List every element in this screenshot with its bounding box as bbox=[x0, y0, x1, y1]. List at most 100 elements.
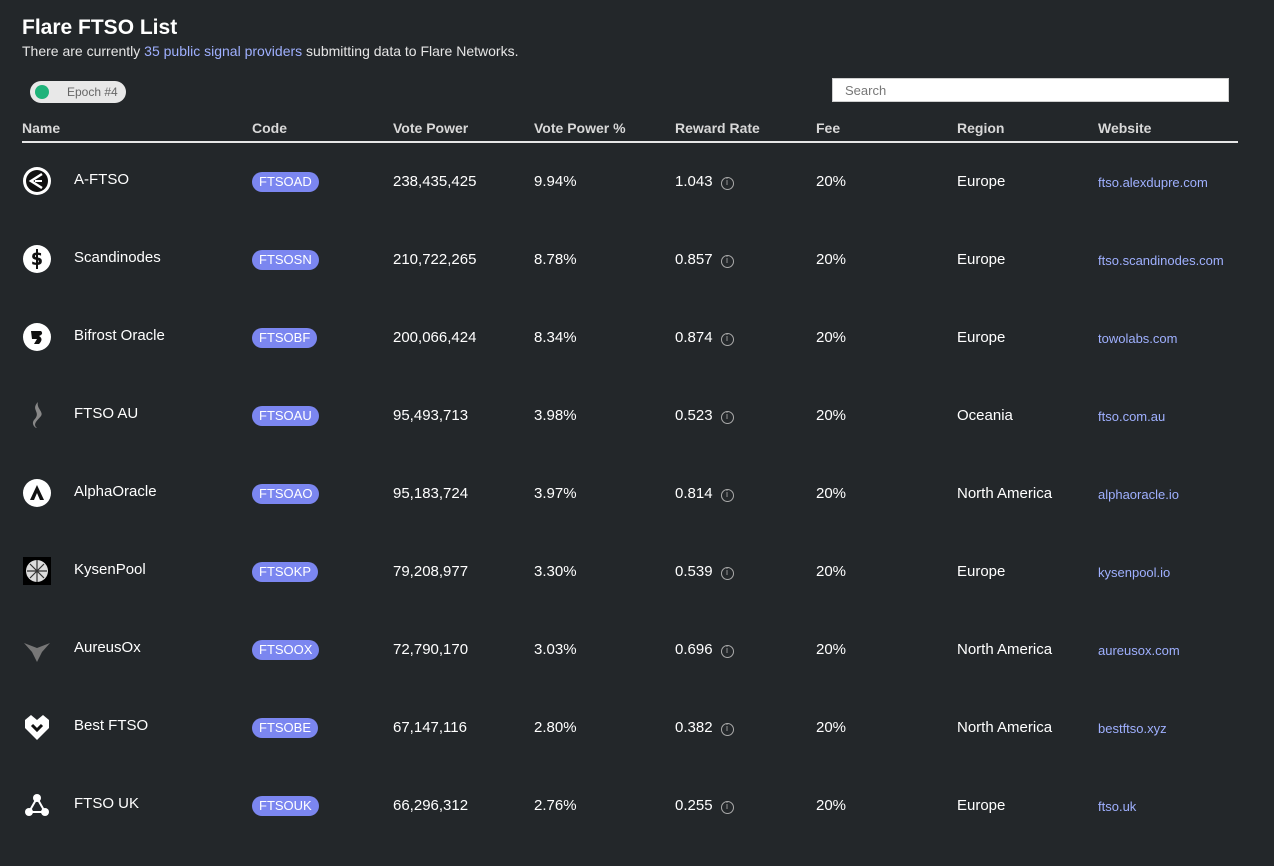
column-header-region[interactable]: Region bbox=[957, 120, 1004, 136]
provider-name: AureusOx bbox=[74, 639, 141, 656]
reward-rate-value: 0.539 bbox=[675, 563, 713, 580]
region: Europe bbox=[957, 563, 1006, 580]
fee: 20% bbox=[816, 329, 847, 346]
vote-power-pct: 8.34% bbox=[534, 329, 577, 346]
region: North America bbox=[957, 641, 1053, 658]
provider-name: Scandinodes bbox=[74, 249, 161, 266]
epoch-toggle[interactable]: Epoch #4 bbox=[30, 81, 126, 103]
reward-rate-value: 0.255 bbox=[675, 797, 713, 814]
best-ftso-logo-icon bbox=[22, 712, 52, 742]
provider-name: A-FTSO bbox=[74, 171, 129, 188]
provider-name: FTSO AU bbox=[74, 405, 139, 422]
table-row[interactable]: Best FTSO FTSOBE 67,147,116 2.80% 0.382 i 20% N… bbox=[22, 688, 1238, 766]
column-header-reward-rate[interactable]: Reward Rate bbox=[675, 120, 760, 136]
table-row[interactable]: FTSO UK FTSOUK 66,296,312 2.76% 0.255 i 20% Eur… bbox=[22, 766, 1238, 844]
providers-table-body: A-FTSO FTSOAD 238,435,425 9.94% 1.043 i 20% Eur… bbox=[22, 142, 1238, 844]
region: North America bbox=[957, 719, 1053, 736]
reward-rate-value: 0.696 bbox=[675, 641, 713, 658]
vote-power: 66,296,312 bbox=[393, 797, 469, 814]
ftso-uk-logo-icon bbox=[22, 790, 52, 820]
vote-power: 67,147,116 bbox=[393, 719, 467, 736]
website-link[interactable]: ftso.com.au bbox=[1098, 409, 1165, 424]
column-header-name[interactable]: Name bbox=[22, 120, 60, 136]
info-icon[interactable]: i bbox=[720, 489, 734, 502]
fee: 20% bbox=[816, 173, 847, 190]
vote-power-pct: 3.03% bbox=[534, 641, 577, 658]
aureusox-logo-icon bbox=[22, 634, 52, 664]
vote-power: 95,183,724 bbox=[393, 485, 469, 502]
table-row[interactable]: AlphaOracle FTSOAO 95,183,724 3.97% 0.814 i 20… bbox=[22, 454, 1238, 532]
provider-name: Best FTSO bbox=[74, 717, 149, 734]
table-header: Name Code Vote Power Vote Power % Reward… bbox=[22, 120, 1238, 143]
info-icon[interactable]: i bbox=[720, 177, 734, 190]
info-icon[interactable]: i bbox=[720, 723, 734, 736]
website-link[interactable]: alphaoracle.io bbox=[1098, 487, 1179, 502]
vote-power: 238,435,425 bbox=[393, 173, 477, 190]
table-row[interactable]: S Scandinodes FTSOSN 210,722,265 8.78% 0.857 i… bbox=[22, 220, 1238, 298]
provider-code-badge: FTSOKP bbox=[252, 562, 319, 582]
reward-rate: 0.874 i bbox=[675, 329, 734, 346]
vote-power-pct: 2.80% bbox=[534, 719, 577, 736]
subtitle-prefix: There are currently bbox=[22, 43, 145, 59]
provider-name: Bifrost Oracle bbox=[74, 327, 165, 344]
reward-rate: 0.523 i bbox=[675, 407, 734, 424]
table-row[interactable]: AureusOx FTSOOX 72,790,170 3.03% 0.696 i 20% No… bbox=[22, 610, 1238, 688]
page-subtitle: There are currently 35 public signal pro… bbox=[22, 43, 518, 59]
website-link[interactable]: ftso.alexdupre.com bbox=[1098, 175, 1208, 190]
a-ftso-logo-icon bbox=[22, 166, 52, 196]
fee: 20% bbox=[816, 719, 847, 736]
provider-code-badge: FTSOAD bbox=[252, 172, 319, 192]
website-link[interactable]: ftso.uk bbox=[1098, 799, 1136, 814]
provider-name: AlphaOracle bbox=[74, 483, 157, 500]
info-icon[interactable]: i bbox=[720, 567, 734, 580]
page-title: Flare FTSO List bbox=[22, 16, 178, 39]
table-row[interactable]: A-FTSO FTSOAD 238,435,425 9.94% 1.043 i 20% Eur… bbox=[22, 142, 1238, 220]
provider-name: FTSO UK bbox=[74, 795, 140, 812]
column-header-vote-power-pct[interactable]: Vote Power % bbox=[534, 120, 626, 136]
website-link[interactable]: towolabs.com bbox=[1098, 331, 1177, 346]
region: Europe bbox=[957, 173, 1006, 190]
region: Oceania bbox=[957, 407, 1013, 424]
ftso-au-logo-icon bbox=[22, 400, 52, 430]
provider-code-badge: FTSOAO bbox=[252, 484, 320, 504]
reward-rate: 0.255 i bbox=[675, 797, 734, 814]
vote-power: 200,066,424 bbox=[393, 329, 477, 346]
vote-power-pct: 3.30% bbox=[534, 563, 577, 580]
provider-code-badge: FTSOBF bbox=[252, 328, 318, 348]
fee: 20% bbox=[816, 251, 847, 268]
info-icon[interactable]: i bbox=[720, 801, 734, 814]
vote-power: 79,208,977 bbox=[393, 563, 469, 580]
website-link[interactable]: bestftso.xyz bbox=[1098, 721, 1167, 736]
reward-rate-value: 0.523 bbox=[675, 407, 713, 424]
provider-name: KysenPool bbox=[74, 561, 146, 578]
vote-power-pct: 3.98% bbox=[534, 407, 577, 424]
fee: 20% bbox=[816, 641, 847, 658]
info-icon[interactable]: i bbox=[720, 411, 734, 424]
info-icon[interactable]: i bbox=[720, 333, 734, 346]
search-input[interactable] bbox=[832, 78, 1229, 102]
reward-rate-value: 0.814 bbox=[675, 485, 713, 502]
website-link[interactable]: aureusox.com bbox=[1098, 643, 1180, 658]
table-row[interactable]: FTSO AU FTSOAU 95,493,713 3.98% 0.523 i 20% Oce… bbox=[22, 376, 1238, 454]
info-icon[interactable]: i bbox=[720, 645, 734, 658]
table-row[interactable]: Bifrost Oracle FTSOBF 200,066,424 8.34% 0.87… bbox=[22, 298, 1238, 376]
reward-rate: 0.382 i bbox=[675, 719, 734, 736]
vote-power: 95,493,713 bbox=[393, 407, 469, 424]
info-icon[interactable]: i bbox=[720, 255, 734, 268]
column-header-code[interactable]: Code bbox=[252, 120, 287, 136]
vote-power: 72,790,170 bbox=[393, 641, 469, 658]
table-row[interactable]: KysenPool FTSOKP 79,208,977 3.30% 0.539 i 20% E… bbox=[22, 532, 1238, 610]
column-header-website[interactable]: Website bbox=[1098, 120, 1151, 136]
region: North America bbox=[957, 485, 1053, 502]
vote-power-pct: 8.78% bbox=[534, 251, 577, 268]
reward-rate-value: 1.043 bbox=[675, 173, 713, 190]
fee: 20% bbox=[816, 797, 847, 814]
region: Europe bbox=[957, 797, 1006, 814]
providers-count-link[interactable]: 35 public signal providers bbox=[144, 43, 302, 59]
website-link[interactable]: ftso.scandinodes.com bbox=[1098, 253, 1224, 268]
column-header-fee[interactable]: Fee bbox=[816, 120, 840, 136]
website-link[interactable]: kysenpool.io bbox=[1098, 565, 1170, 580]
column-header-vote-power[interactable]: Vote Power bbox=[393, 120, 468, 136]
provider-code-badge: FTSOSN bbox=[252, 250, 319, 270]
reward-rate: 0.814 i bbox=[675, 485, 734, 502]
